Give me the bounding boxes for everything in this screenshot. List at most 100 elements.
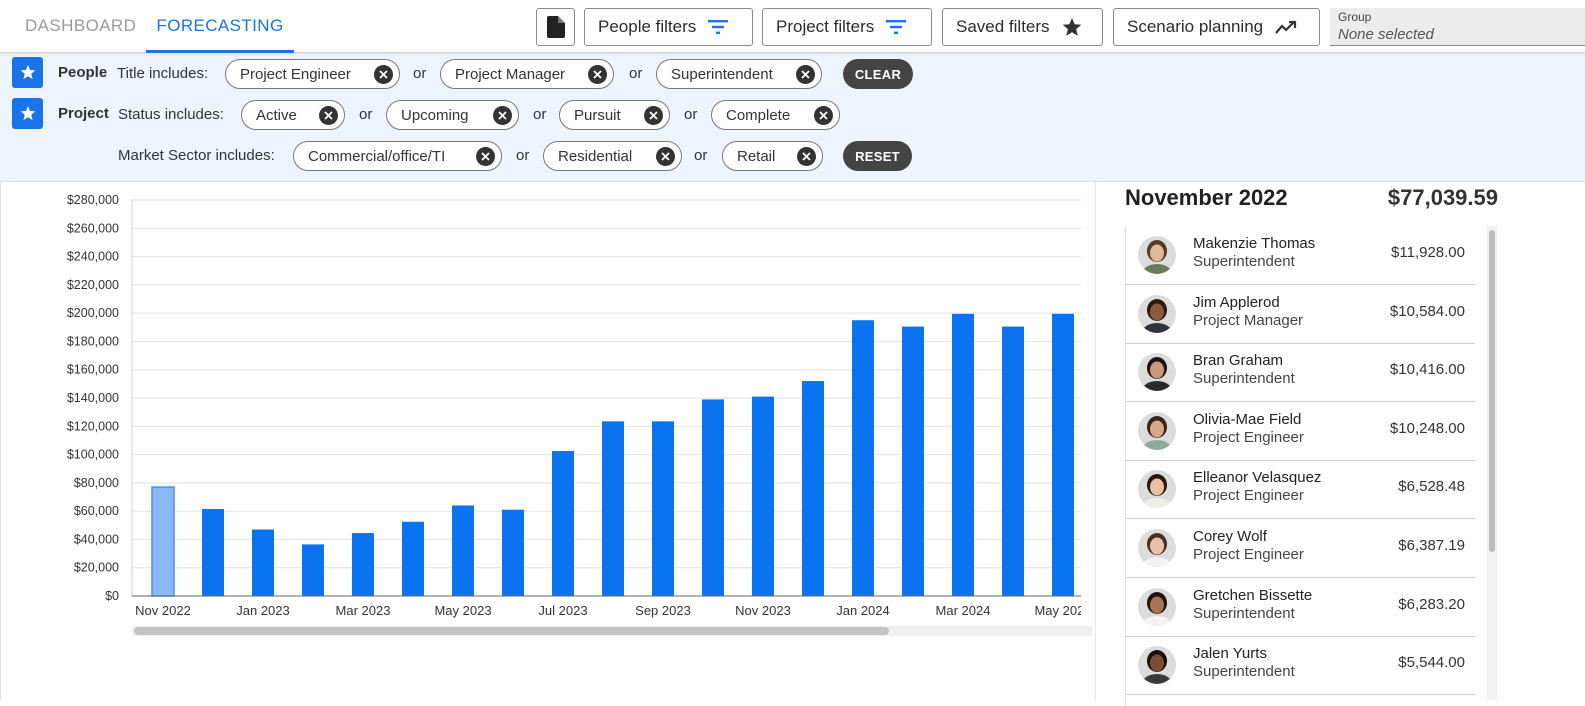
person-role: Project Engineer xyxy=(1193,428,1304,446)
saved-filters-button[interactable]: Saved filters xyxy=(942,8,1103,46)
remove-chip-icon[interactable] xyxy=(814,106,833,125)
people-saved-star-button[interactable] xyxy=(12,57,43,88)
list-item[interactable]: Makenzie Thomas Superintendent $11,928.00 xyxy=(1126,226,1475,285)
bar[interactable] xyxy=(502,509,524,596)
chip-label: Project Engineer xyxy=(240,65,351,83)
clear-button[interactable]: CLEAR xyxy=(843,59,913,89)
person-role: Superintendent xyxy=(1193,604,1295,622)
x-tick-label: Jul 2023 xyxy=(538,603,587,618)
bar[interactable] xyxy=(902,326,924,596)
group-select[interactable]: Group None selected xyxy=(1330,8,1585,46)
y-tick-label: $60,000 xyxy=(74,504,119,518)
list-item[interactable]: Olivia-Mae Field Project Engineer $10,248.… xyxy=(1126,402,1475,461)
y-tick-label: $280,000 xyxy=(67,193,119,207)
reset-button[interactable]: RESET xyxy=(843,141,912,171)
scenario-planning-button[interactable]: Scenario planning xyxy=(1113,8,1320,46)
bar[interactable] xyxy=(652,421,674,596)
remove-chip-icon[interactable] xyxy=(319,106,338,125)
bar[interactable] xyxy=(452,505,474,596)
people-filters-button[interactable]: People filters xyxy=(584,8,753,46)
tab-forecasting[interactable]: FORECASTING xyxy=(146,0,294,53)
filters-panel: People Title includes: Project Engineer … xyxy=(0,53,1585,182)
x-tick-label: Mar 2024 xyxy=(936,603,991,618)
y-tick-label: $240,000 xyxy=(67,250,119,264)
project-filters-button[interactable]: Project filters xyxy=(762,8,932,46)
bar[interactable] xyxy=(852,320,874,596)
chip-superintendent: Superintendent xyxy=(656,59,822,89)
bar[interactable] xyxy=(302,544,324,596)
person-amount: $6,283.20 xyxy=(1398,595,1465,613)
document-button[interactable] xyxy=(536,8,575,46)
bar[interactable] xyxy=(202,509,224,596)
remove-chip-icon[interactable] xyxy=(797,147,816,166)
list-item[interactable]: Jalen Yurts Superintendent $5,544.00 xyxy=(1126,636,1475,696)
person-role: Superintendent xyxy=(1193,663,1295,681)
bar[interactable] xyxy=(402,521,424,596)
chip-retail: Retail xyxy=(722,141,823,171)
chip-label: Project Manager xyxy=(455,65,566,83)
group-label: Group xyxy=(1338,10,1372,24)
project-saved-star-button[interactable] xyxy=(12,98,43,129)
chip-label: Commercial/office/TI xyxy=(308,147,446,165)
y-tick-label: $120,000 xyxy=(67,419,119,433)
people-list-scrollbar-thumb[interactable] xyxy=(1489,230,1495,552)
people-row-label: People xyxy=(58,64,108,81)
bar[interactable] xyxy=(752,396,774,596)
or-label: or xyxy=(359,106,373,123)
y-tick-label: $180,000 xyxy=(67,334,119,348)
bar-chart: $0 $20,000 $40,000 $60,000 $80,000 $100,000 $1… xyxy=(67,193,1081,618)
list-item[interactable]: Elleanor Velasquez Project Engineer $6,528… xyxy=(1126,460,1475,520)
y-tick-label: $20,000 xyxy=(74,561,119,575)
person-name: Olivia-Mae Field xyxy=(1193,410,1302,428)
bar[interactable] xyxy=(602,421,624,596)
avatar xyxy=(1138,529,1176,567)
star-icon xyxy=(1062,17,1081,36)
chip-residential: Residential xyxy=(543,141,682,171)
filter-lines-icon xyxy=(708,20,729,34)
star-icon xyxy=(20,65,35,80)
remove-chip-icon[interactable] xyxy=(374,65,393,84)
person-role: Superintendent xyxy=(1193,370,1295,388)
bar[interactable] xyxy=(252,529,274,596)
list-item[interactable]: Corey Wolf Project Engineer $6,387.19 xyxy=(1126,519,1475,578)
bar[interactable] xyxy=(151,486,175,597)
people-list: Makenzie Thomas Superintendent $11,928.00 J… xyxy=(1125,226,1475,706)
bar[interactable] xyxy=(352,533,374,596)
list-item[interactable]: Gretchen Bissette Superintendent $6,283.20 xyxy=(1126,578,1475,637)
document-icon xyxy=(546,16,565,38)
bar[interactable] xyxy=(802,381,824,596)
person-name: Elleanor Velasquez xyxy=(1193,469,1322,487)
y-tick-label: $160,000 xyxy=(67,363,119,377)
list-item[interactable]: Jim Applerod Project Manager $10,584.00 xyxy=(1126,285,1475,344)
chip-active: Active xyxy=(241,100,345,130)
remove-chip-icon[interactable] xyxy=(476,147,495,166)
remove-chip-icon[interactable] xyxy=(656,147,675,166)
remove-chip-icon[interactable] xyxy=(493,106,512,125)
scenario-planning-label: Scenario planning xyxy=(1127,17,1264,36)
tab-dashboard[interactable]: DASHBOARD xyxy=(25,0,136,53)
trending-icon xyxy=(1275,20,1297,34)
person-amount: $5,544.00 xyxy=(1398,654,1465,672)
person-amount: $10,248.00 xyxy=(1389,419,1465,437)
bar[interactable] xyxy=(1002,326,1024,596)
or-label: or xyxy=(694,147,708,164)
or-label: or xyxy=(533,106,547,123)
person-name: Jalen Yurts xyxy=(1193,645,1267,663)
bar[interactable] xyxy=(1052,313,1074,596)
project-filters-label: Project filters xyxy=(776,17,875,36)
bar[interactable] xyxy=(552,451,574,596)
chart-scrollbar-thumb[interactable] xyxy=(134,627,889,635)
remove-chip-icon[interactable] xyxy=(644,106,663,125)
bar[interactable] xyxy=(702,399,724,596)
remove-chip-icon[interactable] xyxy=(588,65,607,84)
chip-commercial-office-ti: Commercial/office/TI xyxy=(293,141,502,171)
month-detail-panel: November 2022 $77,039.59 Makenzie Thomas… xyxy=(1095,182,1585,706)
chip-upcoming: Upcoming xyxy=(386,100,519,130)
avatar xyxy=(1138,587,1176,626)
list-item[interactable]: Bran Graham Superintendent $10,416.00 xyxy=(1126,343,1475,403)
bar[interactable] xyxy=(952,313,974,596)
avatar xyxy=(1138,294,1176,333)
remove-chip-icon[interactable] xyxy=(796,65,815,84)
avatar xyxy=(1138,236,1176,274)
chip-label: Complete xyxy=(726,106,791,124)
